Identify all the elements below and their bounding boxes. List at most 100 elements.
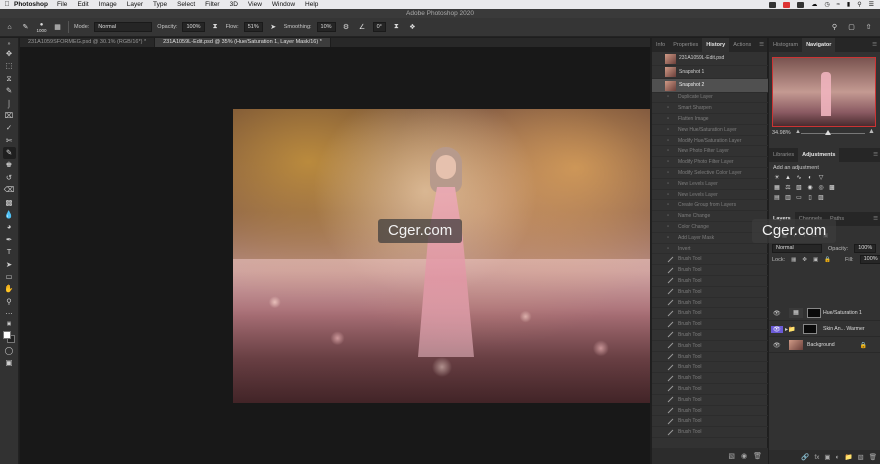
navigator-menu-icon[interactable]: ☰ [869, 38, 880, 52]
healing-brush-tool-icon[interactable]: ✄ [3, 135, 16, 146]
cloud-icon[interactable]: ☁ [811, 1, 817, 8]
history-state[interactable]: ▫ New Levels Layer [652, 190, 768, 201]
gradient-tool-icon[interactable]: ▩ [3, 197, 16, 208]
history-snapshot[interactable]: Snapshot 1 [652, 66, 768, 79]
workspace-icon[interactable]: ▢ [846, 22, 857, 33]
layers-menu-icon[interactable]: ☰ [870, 212, 880, 226]
photo-filter-icon[interactable]: ◉ [806, 184, 814, 191]
new-group-icon[interactable]: 📁 [844, 453, 852, 461]
search-icon[interactable]: ⚲ [829, 22, 840, 33]
new-adjustment-icon[interactable]: ◐ [836, 454, 840, 461]
app-menu[interactable]: Photoshop [14, 1, 48, 8]
curves-icon[interactable]: ∿ [795, 174, 803, 181]
lock-pixels-icon[interactable]: ▦ [791, 257, 796, 263]
menu-filter[interactable]: Filter [205, 1, 219, 8]
invert-icon[interactable]: ▤ [773, 194, 781, 201]
delete-layer-icon[interactable]: 🗑 [869, 453, 877, 461]
history-state[interactable]: ▫ New Levels Layer [652, 179, 768, 190]
history-state[interactable]: ▫ Create Group from Layers [652, 200, 768, 212]
menu-layer[interactable]: Layer [127, 1, 143, 8]
black-white-icon[interactable]: ▧ [795, 184, 803, 191]
history-state[interactable]: ▫ Modify Selective Color Layer [652, 168, 768, 179]
history-state[interactable]: Brush Tool [652, 265, 768, 277]
history-state[interactable]: Brush Tool [652, 373, 768, 385]
menu-select[interactable]: Select [177, 1, 195, 8]
history-state[interactable]: ▫ Modify Hue/Saturation Layer [652, 136, 768, 147]
menu-file[interactable]: File [57, 1, 67, 8]
home-icon[interactable]: ⌂ [4, 22, 15, 33]
history-state[interactable]: ▫ Invert [652, 244, 768, 255]
path-select-tool-icon[interactable]: ➤ [3, 259, 16, 270]
dodge-tool-icon[interactable]: ◕ [3, 221, 16, 232]
posterize-icon[interactable]: ▥ [784, 194, 792, 201]
zoom-tool-icon[interactable]: ⚲ [3, 296, 16, 307]
menu-image[interactable]: Image [99, 1, 117, 8]
lock-icon[interactable]: 🔒 [860, 342, 867, 349]
link-layers-icon[interactable]: 🔗 [801, 453, 809, 461]
quick-select-tool-icon[interactable]: ✎ [3, 85, 16, 96]
battery-icon[interactable]: ▮ [847, 1, 850, 8]
navigator-zoom-knob[interactable] [825, 130, 831, 135]
menu-edit[interactable]: Edit [77, 1, 88, 8]
history-snapshot[interactable]: 231A1059L-Edit.psd [652, 52, 768, 66]
default-colors-icon[interactable]: ▣ [3, 321, 16, 328]
collapse-tools-icon[interactable]: » [3, 41, 16, 47]
navigator-zoom-value[interactable]: 34.98% [772, 130, 791, 136]
foreground-color-swatch[interactable] [2, 330, 11, 339]
history-snapshot[interactable]: Snapshot 2 [652, 79, 768, 93]
menu-3d[interactable]: 3D [230, 1, 238, 8]
wifi-icon[interactable]: ≈ [837, 2, 840, 8]
blur-tool-icon[interactable]: 💧 [3, 209, 16, 220]
color-swatches[interactable] [2, 330, 16, 344]
group-mask-thumbnail[interactable] [803, 324, 817, 334]
threshold-icon[interactable]: ▭ [795, 194, 803, 201]
menu-type[interactable]: Type [153, 1, 167, 8]
frame-tool-icon[interactable]: ⌧ [3, 110, 16, 121]
lock-all-icon[interactable]: 🔒 [824, 257, 831, 263]
status-record-icon[interactable] [783, 1, 791, 8]
quick-mask-icon[interactable]: ◯ [3, 345, 16, 356]
selective-color-icon[interactable]: ▨ [817, 194, 825, 201]
clone-stamp-tool-icon[interactable]: ♚ [3, 160, 16, 171]
status-app-icon[interactable] [769, 1, 777, 8]
document-canvas[interactable] [20, 47, 650, 464]
lock-artboard-icon[interactable]: ▣ [813, 257, 818, 263]
photo-girl-in-water[interactable] [233, 109, 650, 403]
history-state[interactable]: Brush Tool [652, 406, 768, 417]
tab-histogram[interactable]: Histogram [769, 38, 802, 52]
smoothing-field[interactable]: 10% [316, 22, 336, 32]
hue-saturation-icon[interactable]: ▦ [773, 184, 781, 191]
color-lookup-icon[interactable]: ▩ [828, 184, 836, 191]
history-state[interactable]: ▫ Color Change [652, 222, 768, 233]
marquee-tool-icon[interactable]: ⬚ [3, 60, 16, 71]
color-balance-icon[interactable]: ⚖ [784, 184, 792, 191]
airbrush-icon[interactable]: ➤ [268, 22, 279, 33]
lock-position-icon[interactable]: ✥ [802, 257, 807, 263]
menu-view[interactable]: View [248, 1, 262, 8]
angle-icon[interactable]: ∠ [357, 22, 368, 33]
menu-help[interactable]: Help [305, 1, 318, 8]
mode-dropdown[interactable]: Normal [94, 22, 153, 32]
layer-hue-saturation[interactable]: 👁 ▦ Hue/Saturation 1 [769, 306, 880, 321]
history-state[interactable]: ▫ Flatten Image [652, 114, 768, 125]
levels-icon[interactable]: ▲ [784, 174, 792, 181]
history-brush-tool-icon[interactable]: ↺ [3, 172, 16, 183]
type-tool-icon[interactable]: T [3, 246, 16, 257]
share-icon[interactable]: ⇧ [863, 22, 874, 33]
group-folder-icon[interactable]: ▸📁 [785, 326, 795, 333]
eyedropper-tool-icon[interactable]: ✓ [3, 122, 16, 133]
vibrance-icon[interactable]: ▽ [817, 174, 825, 181]
brush-tool-icon[interactable]: ✎ [2, 147, 16, 159]
symmetry-icon[interactable]: ❖ [407, 22, 418, 33]
fill-field[interactable]: 100% [859, 255, 880, 264]
history-state[interactable]: Brush Tool [652, 298, 768, 309]
history-state[interactable]: Brush Tool [652, 395, 768, 406]
layer-mask-thumbnail[interactable] [807, 308, 821, 318]
clock-icon[interactable]: ◷ [824, 1, 829, 8]
layer-opacity-field[interactable]: 100% [854, 244, 877, 253]
history-state[interactable]: Brush Tool [652, 416, 768, 428]
tab-history[interactable]: History [702, 38, 730, 52]
history-state[interactable]: Brush Tool [652, 384, 768, 395]
history-state[interactable]: Brush Tool [652, 341, 768, 352]
delete-state-icon[interactable]: 🗑 [753, 452, 762, 460]
